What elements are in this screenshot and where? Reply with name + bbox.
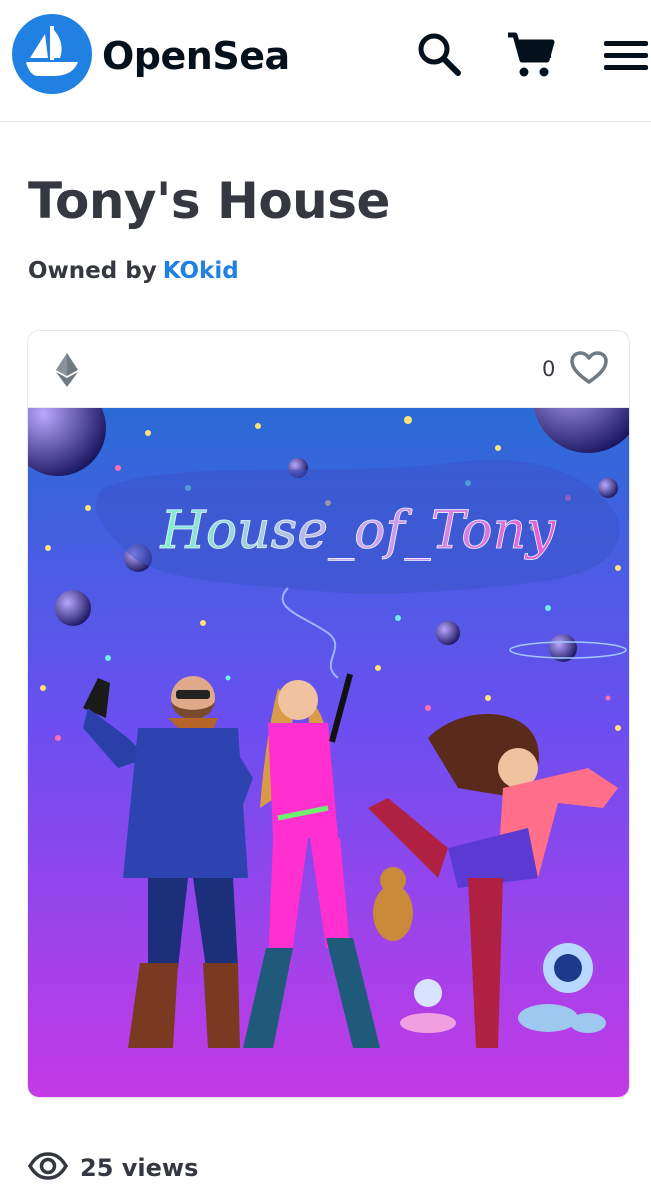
favorite-count: 0 [542, 357, 556, 381]
ethereum-icon [56, 353, 78, 391]
eye-icon [27, 1152, 69, 1184]
planet-shape [55, 590, 91, 626]
owned-by-label: Owned by [28, 258, 157, 284]
opensea-logo-icon[interactable] [12, 14, 92, 94]
owner-link[interactable]: KOkid [163, 258, 239, 284]
page-title: Tony's House [28, 172, 390, 230]
owner-line: Owned by KOkid [28, 258, 239, 284]
artwork-text: House_of_Tony [160, 501, 557, 561]
nft-artwork[interactable]: House_of_Tony [28, 408, 629, 1097]
cart-icon[interactable] [505, 30, 555, 80]
search-icon[interactable] [414, 30, 464, 80]
card-header: 0 [28, 331, 629, 408]
brand-name[interactable]: OpenSea [102, 34, 290, 78]
top-navigation-bar: OpenSea [0, 0, 651, 122]
menu-icon[interactable] [601, 30, 651, 80]
planet-shape [598, 478, 618, 498]
heart-icon[interactable] [570, 351, 608, 389]
nft-card: 0 House_of_Tony [27, 330, 630, 1098]
views-label: 25 views [80, 1154, 199, 1182]
planet-shape [436, 621, 460, 645]
